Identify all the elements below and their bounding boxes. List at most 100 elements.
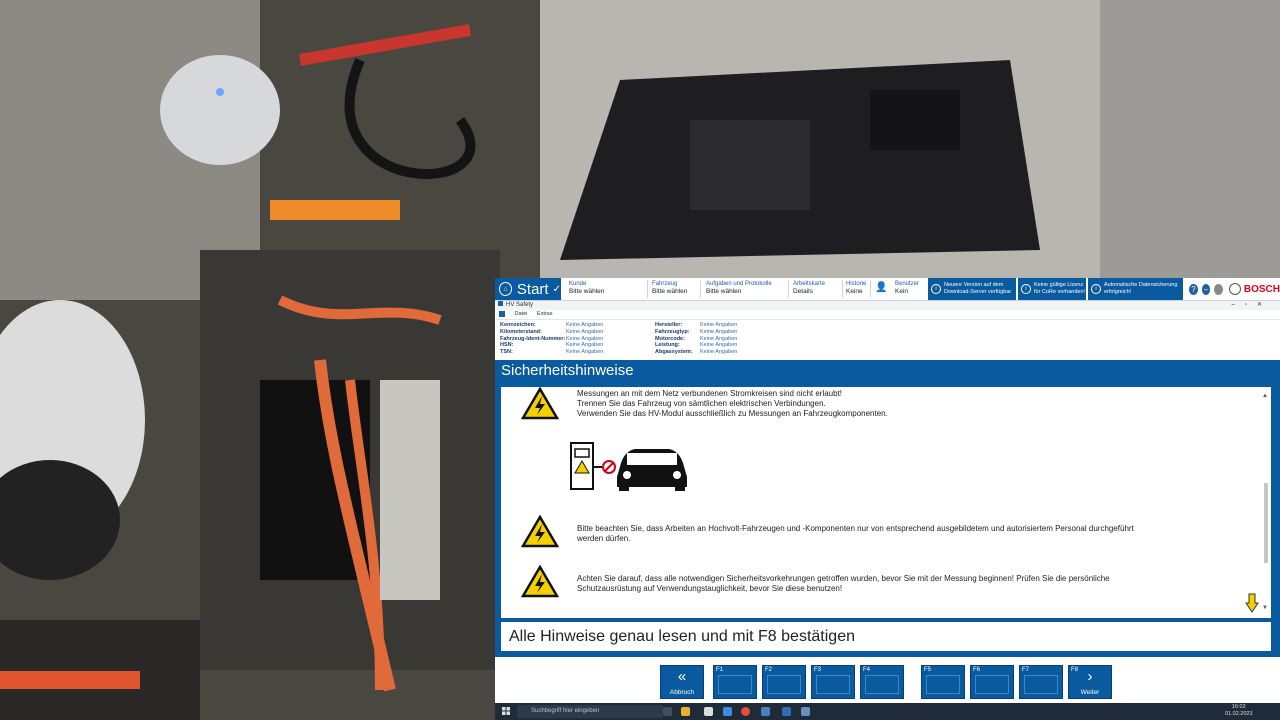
taskbar-search-input[interactable]: Suchbegriff hier eingeben [517,705,663,718]
info-value: Keine Angaben [700,335,738,342]
nav-tasks[interactable]: Aufgaben und Protokolle Bitte wählen [706,280,772,296]
window-title-bar: HV Safety –▫✕ [495,301,1280,310]
nav-vehicle-title: Fahrzeug [652,281,678,287]
nav-job-card[interactable]: Arbeitskarte Details [793,280,825,296]
f6-button[interactable]: F6 [970,665,1014,699]
cancel-button[interactable]: « Abbruch [660,665,704,699]
info-row: Kennzeichen: Keine Angaben [500,322,603,329]
nav-separator [788,280,789,298]
vehicle-info-left: Kennzeichen: Keine Angaben Kilometerstand… [500,322,603,356]
menu-app-icon [499,310,505,317]
nav-tasks-title: Aufgaben und Protokolle [706,281,772,287]
info-value: Keine Angaben [700,349,738,356]
function-key-bar: « Abbruch F1 F2 F3 F4 F5 F6 F7 F8 › Weit… [495,657,1280,703]
fkey-number: F2 [765,667,773,673]
info-key: Abgassystem: [655,349,693,356]
notice-backup[interactable]: i Automatische Datensicherung erfolgreich… [1088,278,1183,300]
settings-icon[interactable] [1214,283,1223,295]
nav-customer-title: Kunde [569,281,587,287]
safety-note-2: Bitte beachten Sie, dass Arbeiten an Hoc… [577,524,1134,544]
scroll-down-arrow-icon[interactable] [1245,593,1259,613]
info-key: HSN: [500,342,514,349]
user-icon: 👤 [875,282,888,293]
info-row: Abgassystem: Keine Angaben [655,349,737,356]
scrollbar-thumb[interactable] [1264,483,1268,563]
fkey-number: F1 [716,667,724,673]
store-icon[interactable] [723,707,732,716]
info-value: Keine Angaben [566,335,604,342]
f1-button[interactable]: F1 [713,665,757,699]
safety-note-text: Bitte beachten Sie, dass Arbeiten an Hoc… [577,524,1134,533]
home-icon: ⌂ [499,282,512,296]
section-title: Sicherheitshinweise [495,360,1280,381]
app-icon[interactable] [761,707,770,716]
f7-button[interactable]: F7 [1019,665,1063,699]
task-view-icon[interactable] [663,707,672,716]
fkey-label: Weiter [1080,689,1100,696]
file-explorer-icon[interactable] [681,707,690,716]
nav-history[interactable]: Historie Keine [846,280,866,296]
info-row: Fahrzeugtyp: Keine Angaben [655,329,737,336]
esi-tronic-icon[interactable] [801,707,810,716]
safety-note-text: Achten Sie darauf, dass alle notwendigen… [577,574,1110,583]
vertical-scrollbar[interactable]: ▲ ▼ [1261,393,1270,613]
safety-note-text: Verwenden Sie das HV-Modul ausschließlic… [577,409,888,418]
safety-note-text: werden dürfen. [577,534,631,543]
menu-item-extras[interactable]: Extras [537,311,553,317]
window-close-icon[interactable]: ✕ [1257,302,1272,308]
safety-note-1: Messungen an mit dem Netz verbundenen St… [577,389,888,419]
fkey-number: F3 [814,667,822,673]
window-maximize-icon[interactable]: ▫ [1245,302,1257,308]
nav-user[interactable]: Benutzer Kein [895,280,919,296]
chrome-icon[interactable] [741,707,750,716]
minimize-button[interactable]: – [1201,283,1211,295]
info-key: Motorcode: [655,335,685,342]
nav-separator [870,280,871,298]
f3-button[interactable]: F3 [811,665,855,699]
windows-start-icon[interactable] [502,707,510,715]
f2-button[interactable]: F2 [762,665,806,699]
safety-note-text: Trennen Sie das Fahrzeug von sämtlichen … [577,399,826,408]
help-button[interactable]: ? [1189,283,1198,295]
start-button[interactable]: ⌂ Start ✓ [495,278,561,300]
top-navigation-bar: ⌂ Start ✓ Kunde Bitte wählen Fahrzeug Bi… [495,278,1280,301]
info-row: TSN: Keine Angaben [500,349,603,356]
kts-application-window: ⌂ Start ✓ Kunde Bitte wählen Fahrzeug Bi… [495,278,1280,720]
notice-new-version[interactable]: i Neuere Version auf dem Download-Server … [928,278,1016,300]
nav-vehicle-value: Bitte wählen [652,288,688,295]
info-key: Kennzeichen: [500,322,536,328]
nav-separator [700,280,701,298]
next-button[interactable]: F8 › Weiter [1068,665,1112,699]
window-minimize-icon[interactable]: – [1231,302,1244,308]
safety-notes-frame: Messungen an mit dem Netz verbundenen St… [495,381,1280,657]
scroll-down-icon[interactable]: ▼ [1262,605,1268,611]
kts-app-icon[interactable] [782,707,791,716]
bosch-logo-icon [1228,283,1241,295]
nav-tasks-value: Bitte wählen [706,288,742,295]
info-value: Keine Angaben [566,322,604,328]
scroll-up-icon[interactable]: ▲ [1262,393,1268,399]
camera-icon[interactable] [704,707,713,716]
safety-note-text: Schutzausrüstung auf Verwendungstauglich… [577,584,843,593]
notice-line: Keine gültige Lizenz [1034,282,1084,288]
start-label: Start [516,280,549,298]
f4-button[interactable]: F4 [860,665,904,699]
notice-license[interactable]: i Keine gültige Lizenz für CoRe vorhanden… [1018,278,1086,300]
clock-date: 01.02.2023 [1225,711,1253,717]
info-row: Motorcode: Keine Angaben [655,336,737,343]
notice-line: erfolgreich! [1104,289,1132,295]
confirm-instruction: Alle Hinweise genau lesen und mit F8 bes… [501,622,1271,651]
safety-note-3: Achten Sie darauf, dass alle notwendigen… [577,574,1110,594]
app-icon [498,301,503,306]
high-voltage-warning-icon [521,515,559,548]
f5-button[interactable]: F5 [921,665,965,699]
nav-vehicle[interactable]: Fahrzeug Bitte wählen [652,280,687,296]
info-value: Keine Angaben [566,342,604,349]
nav-customer[interactable]: Kunde Bitte wählen [569,280,604,296]
nav-job-card-title: Arbeitskarte [793,281,826,287]
menu-item-file[interactable]: Datei [515,311,528,317]
check-icon: ✓ [552,283,561,295]
double-chevron-left-icon: « [677,668,687,685]
nav-user-value: Kein [895,288,909,295]
info-key: Fahrzeug-Ident-Nummer: [500,335,566,342]
